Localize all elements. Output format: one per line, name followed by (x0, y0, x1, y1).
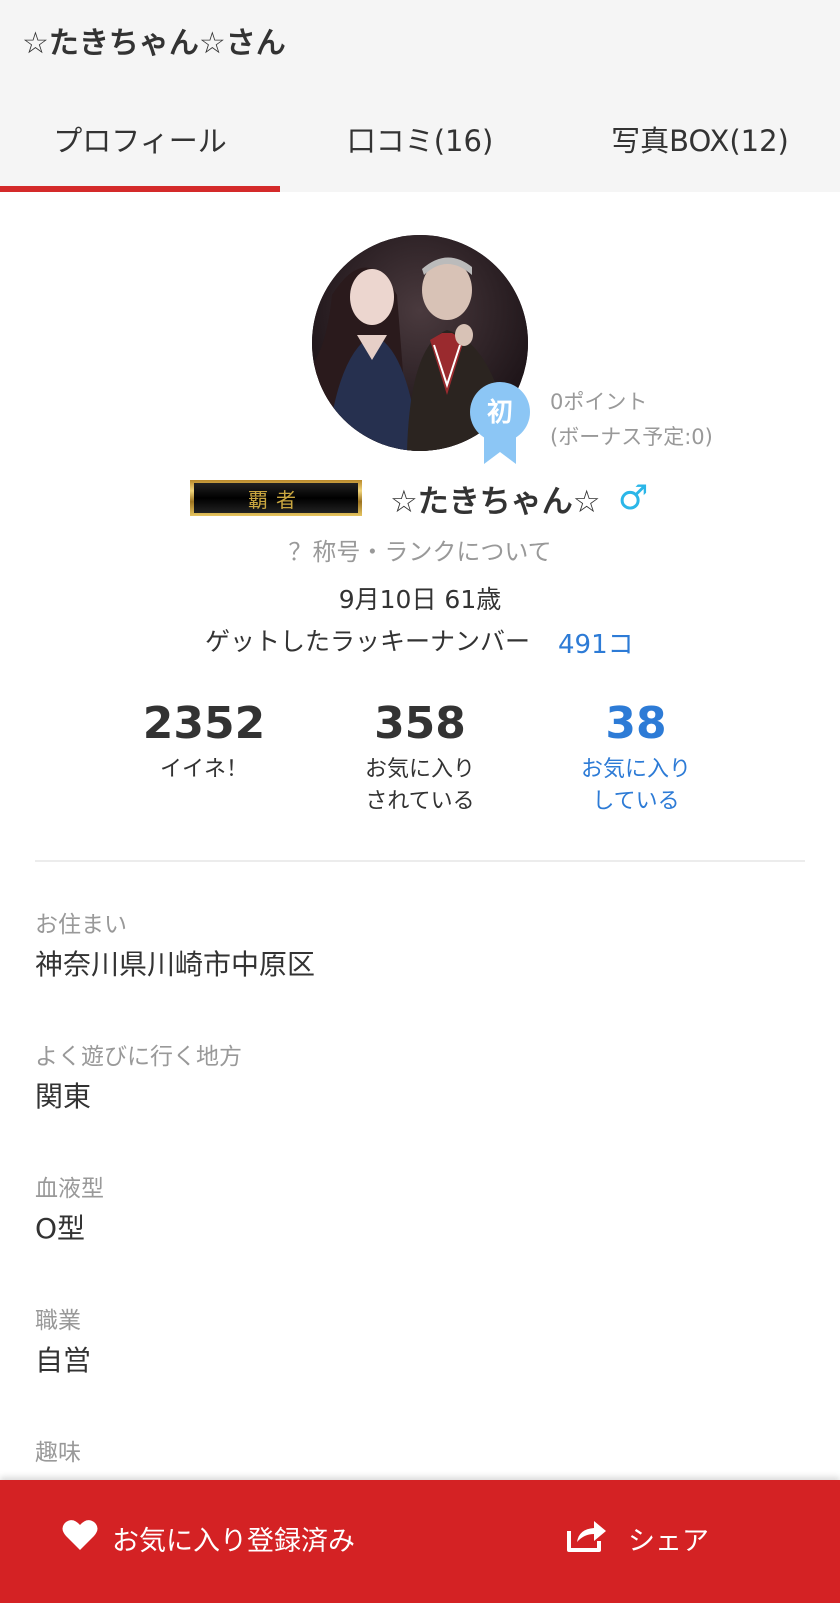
share-button[interactable]: シェア (566, 1508, 709, 1568)
field-value: 自営 (35, 1344, 92, 1377)
favoriting-label[interactable]: お気に入り している (526, 754, 746, 818)
avatar-container: 初 (312, 235, 530, 464)
field-label: よく遊びに行く地方 (35, 1044, 242, 1070)
page-title: ☆たきちゃん☆さん (22, 26, 286, 61)
lucky-number-value[interactable]: 491コ (558, 624, 634, 661)
field-label: 趣味 (35, 1440, 81, 1466)
share-button-label: シェア (628, 1525, 709, 1557)
tab-bar: プロフィール 口コミ(16) 写真BOX(12) (0, 100, 840, 192)
user-name: ☆たきちゃん☆ (390, 484, 601, 520)
divider (35, 860, 805, 862)
field-value: O型 (35, 1212, 86, 1245)
favorite-button-label: お気に入り登録済み (112, 1525, 355, 1557)
field-label: お住まい (35, 912, 127, 938)
field-residence: お住まい 神奈川県川崎市中原区 (35, 908, 315, 986)
favoriting-count[interactable]: 38 (526, 698, 746, 750)
heart-icon (62, 1519, 98, 1558)
field-blood-type: 血液型 O型 (35, 1172, 104, 1250)
favoriting-label-line1[interactable]: お気に入り (526, 754, 746, 786)
favoriting-label-line2[interactable]: している (526, 786, 746, 818)
birthday-age: 9月10日 61歳 (338, 585, 502, 614)
rank-plate-text: 覇者 (194, 483, 358, 513)
field-label: 職業 (35, 1308, 81, 1334)
rank-plate: 覇者 (190, 480, 362, 516)
bonus-value: (ボーナス予定:0) (550, 425, 713, 449)
field-value: 関東 (35, 1080, 92, 1113)
likes-stat: 2352 イイネ！ (94, 698, 314, 786)
tab-photo-box[interactable]: 写真BOX(12) (560, 100, 840, 192)
favoriting-stat[interactable]: 38 お気に入り している (526, 698, 746, 818)
share-icon (566, 1517, 608, 1560)
favorited-by-label: お気に入り されている (310, 754, 530, 818)
tab-reviews[interactable]: 口コミ(16) (280, 100, 560, 192)
field-occupation: 職業 自営 (35, 1304, 91, 1382)
lucky-number-label: ゲットしたラッキーナンバー (205, 627, 531, 656)
favorited-by-label-line2: されている (365, 789, 475, 814)
field-label: 血液型 (35, 1176, 104, 1202)
rank-help-link[interactable]: ？称号・ランクについて (0, 532, 840, 567)
points-info: 0ポイント (ボーナス予定:0) (550, 385, 713, 455)
first-timer-badge: 初 (470, 382, 530, 464)
likes-label: イイネ！ (159, 757, 248, 782)
favorited-by-stat: 358 お気に入り されている (310, 698, 530, 818)
field-play-area: よく遊びに行く地方 関東 (35, 1040, 242, 1118)
male-icon: ♂ (618, 478, 649, 518)
likes-count: 2352 (142, 698, 266, 749)
bottom-action-bar: お気に入り登録済み シェア (0, 1480, 840, 1603)
badge-label: 初 (486, 398, 513, 428)
field-hobby: 趣味 (35, 1436, 81, 1470)
field-value: 神奈川県川崎市中原区 (35, 948, 316, 981)
favorited-by-label-line1: お気に入り (364, 757, 475, 782)
favorite-button[interactable]: お気に入り登録済み (62, 1508, 355, 1568)
favorited-by-count: 358 (374, 698, 466, 749)
tab-profile[interactable]: プロフィール (0, 100, 280, 192)
points-value: 0ポイント (550, 390, 648, 414)
header: ☆たきちゃん☆さん プロフィール 口コミ(16) 写真BOX(12) (0, 0, 840, 192)
